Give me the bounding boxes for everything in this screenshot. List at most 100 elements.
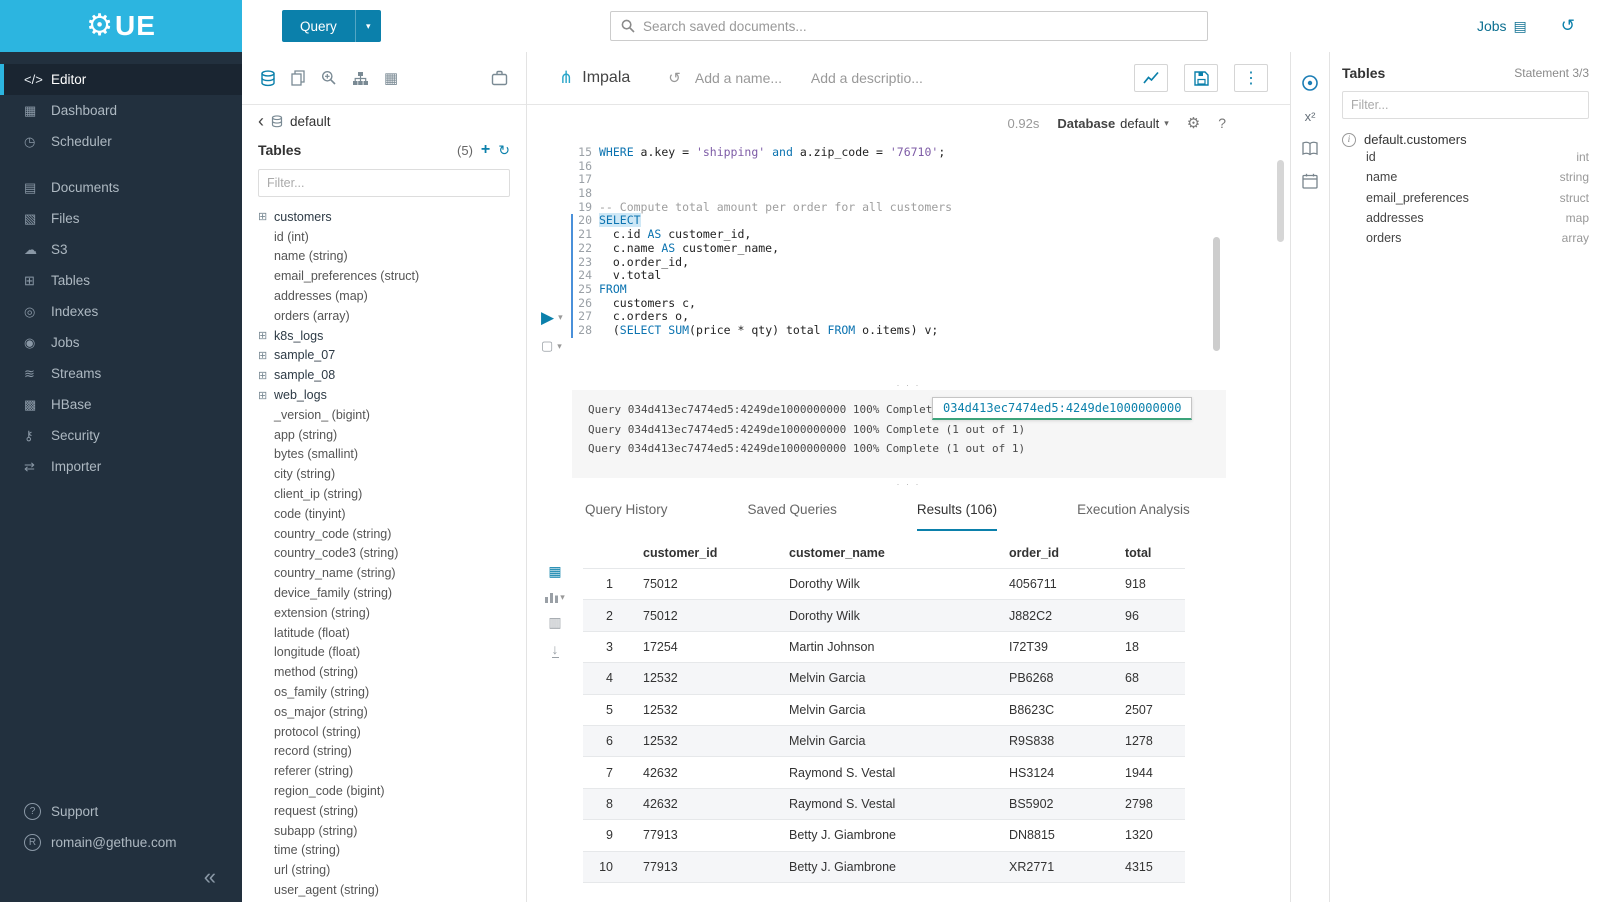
add-table-button[interactable]: + (481, 141, 490, 159)
resize-handle[interactable]: · · · (527, 478, 1290, 489)
tree-item[interactable]: city (string) (242, 464, 526, 484)
query-description-input[interactable] (811, 70, 939, 86)
sidebar-item[interactable]: ◷ Scheduler (0, 126, 242, 157)
breadcrumb-back-icon[interactable]: ‹ (258, 112, 264, 130)
tree-item[interactable]: region_code (bigint) (242, 781, 526, 801)
table-row[interactable]: 5 12532 Melvin Garcia B8623C 2507 (583, 695, 1185, 726)
tree-item[interactable]: app (string) (242, 425, 526, 445)
chart-button[interactable] (1134, 64, 1168, 92)
assist-column-row[interactable]: name string (1342, 167, 1589, 187)
tree-item[interactable]: extension (string) (242, 603, 526, 623)
sidebar-item[interactable]: ☁ S3 (0, 234, 242, 265)
assist-column-row[interactable]: email_preferences struct (1342, 188, 1589, 208)
format-options-caret[interactable]: ▾ (557, 341, 562, 352)
table-row[interactable]: 7 42632 Raymond S. Vestal HS3124 1944 (583, 757, 1185, 788)
format-button[interactable]: ▢ (541, 338, 553, 354)
tree-item[interactable]: client_ip (string) (242, 484, 526, 504)
sidebar-item[interactable]: ⇄ Importer (0, 451, 242, 482)
tree-item[interactable]: id (int) (242, 227, 526, 247)
settings-gear-icon[interactable]: ⚙ (1187, 114, 1200, 132)
tree-item[interactable]: subapp (string) (242, 821, 526, 841)
assist-table-entry[interactable]: i default.customers (1342, 132, 1589, 147)
tree-item[interactable]: ⊞ sample_08 (242, 365, 526, 385)
new-query-dropdown[interactable]: ▾ (355, 10, 381, 42)
database-dropdown[interactable]: Database default ▾ (1057, 116, 1168, 131)
jobs-link[interactable]: Jobs ▤ (1477, 18, 1527, 35)
tree-item[interactable]: ⊞ k8s_logs (242, 326, 526, 346)
sidebar-item[interactable]: ▦ Dashboard (0, 95, 242, 126)
sidebar-item[interactable]: ▧ Files (0, 203, 242, 234)
tree-item[interactable]: ⊞ customers (242, 207, 526, 227)
table-row[interactable]: 6 12532 Melvin Garcia R9S838 1278 (583, 726, 1185, 757)
tree-item[interactable]: ⊞ sample_07 (242, 346, 526, 366)
schedule-calendar-icon[interactable] (1302, 173, 1318, 189)
tab[interactable]: Saved Queries (748, 489, 837, 531)
new-query-button[interactable]: Query ▾ (282, 10, 381, 42)
query-name-input[interactable] (695, 70, 797, 86)
tree-item[interactable]: method (string) (242, 662, 526, 682)
tab[interactable]: Execution Analysis (1077, 489, 1190, 531)
grid-view-icon[interactable]: ▦ (548, 563, 561, 580)
assist-column-row[interactable]: id int (1342, 147, 1589, 167)
tree-item[interactable]: name (string) (242, 247, 526, 267)
sidebar-item-support[interactable]: ? Support (0, 796, 242, 827)
tree-item[interactable]: referer (string) (242, 761, 526, 781)
sql-code-editor[interactable]: 15 WHERE a.key = 'shipping' and a.zip_co… (571, 146, 1290, 379)
sidebar-item[interactable]: ≋ Streams (0, 358, 242, 389)
download-icon[interactable]: ↓ (552, 642, 559, 658)
tree-item[interactable]: _version_ (bigint) (242, 405, 526, 425)
main-scrollbar[interactable] (1277, 160, 1284, 242)
breadcrumb-database-name[interactable]: default (290, 114, 331, 129)
tree-item[interactable]: user_agent (string) (242, 880, 526, 900)
tree-item[interactable]: request (string) (242, 801, 526, 821)
tree-item[interactable]: os_major (string) (242, 702, 526, 722)
tree-item[interactable]: bytes (smallint) (242, 445, 526, 465)
tab[interactable]: Query History (585, 489, 668, 531)
tree-item[interactable]: ⊞ web_logs (242, 385, 526, 405)
tree-item[interactable]: code (tinyint) (242, 504, 526, 524)
databases-icon[interactable] (260, 70, 276, 87)
tree-item[interactable]: latitude (float) (242, 623, 526, 643)
tables-filter-input[interactable] (258, 169, 510, 197)
sidebar-item[interactable]: ⊞ Tables (0, 265, 242, 296)
table-row[interactable]: 1 75012 Dorothy Wilk 4056711 918 (583, 569, 1185, 600)
sitemap-icon[interactable] (352, 71, 369, 86)
info-icon[interactable]: i (1342, 133, 1356, 147)
table-row[interactable]: 10 77913 Betty J. Giambrone XR2771 4315 (583, 852, 1185, 883)
tree-item[interactable]: os_family (string) (242, 682, 526, 702)
table-row[interactable]: 4 12532 Melvin Garcia PB6268 68 (583, 663, 1185, 694)
tree-item[interactable]: record (string) (242, 742, 526, 762)
chart-view-icon[interactable]: ▾ (545, 591, 565, 603)
tab[interactable]: Results (106) (917, 489, 997, 531)
sidebar-item-user[interactable]: R romain@gethue.com (0, 827, 242, 858)
sidebar-item[interactable]: ▤ Documents (0, 172, 242, 203)
assist-column-row[interactable]: orders array (1342, 228, 1589, 248)
tree-item[interactable]: country_code3 (string) (242, 544, 526, 564)
execute-options-caret[interactable]: ▾ (558, 312, 563, 323)
tree-item[interactable]: longitude (float) (242, 643, 526, 663)
engine-selector[interactable]: ⋔ Impala (559, 68, 630, 88)
global-search[interactable] (610, 11, 1208, 41)
sidebar-item[interactable]: </> Editor (0, 64, 242, 95)
documents-icon[interactable] (291, 70, 306, 86)
save-button[interactable] (1184, 64, 1218, 92)
tree-item[interactable]: url (string) (242, 860, 526, 880)
help-icon[interactable]: ? (1218, 115, 1226, 131)
resize-handle[interactable]: · · · (527, 379, 1290, 390)
table-row[interactable]: 9 77913 Betty J. Giambrone DN8815 1320 (583, 820, 1185, 851)
columns-view-icon[interactable]: ▥ (548, 614, 561, 631)
query-id-popover[interactable]: 034d413ec7474ed5:4249de1000000000 (932, 397, 1192, 420)
tree-item[interactable]: country_name (string) (242, 563, 526, 583)
tree-item[interactable]: email_preferences (struct) (242, 266, 526, 286)
assist-filter-input[interactable] (1342, 91, 1589, 119)
search-input[interactable] (643, 19, 1197, 34)
query-history-icon[interactable]: ↺ (1561, 16, 1575, 36)
tree-item[interactable]: addresses (map) (242, 286, 526, 306)
tree-item[interactable]: country_code (string) (242, 524, 526, 544)
sidebar-item[interactable]: ▩ HBase (0, 389, 242, 420)
assist-column-row[interactable]: addresses map (1342, 208, 1589, 228)
functions-icon[interactable]: x² (1305, 109, 1316, 124)
sidebar-item[interactable]: ◎ Indexes (0, 296, 242, 327)
language-reference-icon[interactable] (1301, 74, 1319, 92)
execute-button[interactable]: ▶ (541, 309, 554, 326)
